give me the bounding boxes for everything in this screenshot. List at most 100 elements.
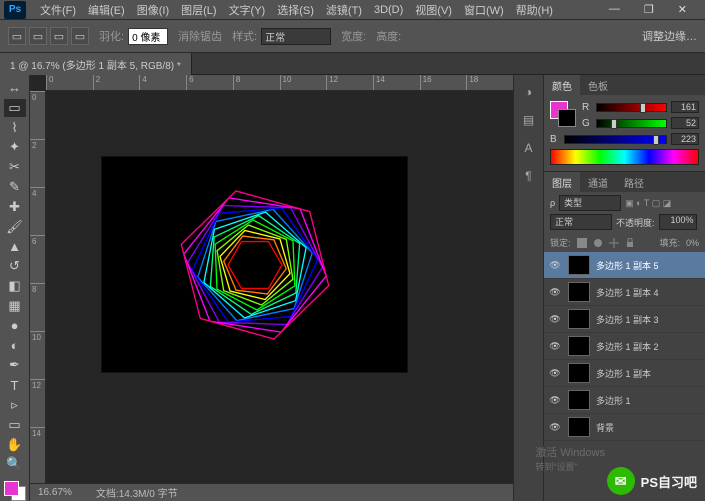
path-tool[interactable]: ▹ bbox=[4, 396, 26, 414]
select-intersect-icon[interactable]: ▭ bbox=[71, 27, 89, 45]
blend-mode-select[interactable]: 正常 bbox=[550, 214, 612, 230]
lock-transparent-icon[interactable] bbox=[577, 238, 587, 248]
antialias-label: 消除锯齿 bbox=[178, 28, 222, 44]
layer-row[interactable]: 👁 多边形 1 bbox=[544, 387, 705, 414]
refine-edge-button[interactable]: 调整边缘… bbox=[642, 28, 697, 44]
layer-name: 多边形 1 bbox=[596, 394, 701, 407]
spectrum-bar[interactable] bbox=[550, 149, 699, 165]
lock-move-icon[interactable] bbox=[609, 238, 619, 248]
fill-input[interactable]: 0% bbox=[686, 238, 699, 248]
crop-tool[interactable]: ✂ bbox=[4, 158, 26, 176]
layer-row[interactable]: 👁 多边形 1 副本 4 bbox=[544, 279, 705, 306]
dodge-tool[interactable]: ◐ bbox=[4, 337, 26, 355]
heal-tool[interactable]: ✚ bbox=[4, 198, 26, 216]
menu-file[interactable]: 文件(F) bbox=[34, 2, 82, 18]
maximize-icon[interactable]: ❐ bbox=[638, 3, 660, 16]
b-value[interactable]: 223 bbox=[671, 133, 699, 145]
layer-thumbnail bbox=[568, 282, 590, 302]
history-brush-tool[interactable]: ↺ bbox=[4, 257, 26, 275]
lock-all-icon[interactable] bbox=[625, 238, 635, 248]
menu-3d[interactable]: 3D(D) bbox=[368, 4, 409, 16]
char-icon[interactable]: A bbox=[524, 141, 532, 155]
color-swatch-mini[interactable] bbox=[550, 101, 576, 127]
fill-label: 填充: bbox=[659, 236, 680, 249]
visibility-icon[interactable]: 👁 bbox=[548, 314, 562, 325]
menu-filter[interactable]: 滤镜(T) bbox=[320, 2, 368, 18]
menu-edit[interactable]: 编辑(E) bbox=[82, 2, 131, 18]
menu-help[interactable]: 帮助(H) bbox=[510, 2, 559, 18]
mode-select[interactable]: 正常 bbox=[261, 28, 331, 45]
g-slider[interactable] bbox=[596, 119, 667, 128]
tab-channels[interactable]: 通道 bbox=[580, 172, 616, 192]
brush-tool[interactable]: 🖌 bbox=[4, 218, 26, 236]
wechat-icon: ✉ bbox=[607, 467, 635, 495]
document-tab[interactable]: 1 @ 16.7% (多边形 1 副本 5, RGB/8) * bbox=[0, 53, 192, 75]
doc-size: 文档:14.3M/0 字节 bbox=[96, 485, 178, 500]
history-icon[interactable]: ◑ bbox=[525, 85, 532, 99]
b-slider[interactable] bbox=[564, 135, 667, 144]
layer-thumbnail bbox=[568, 336, 590, 356]
color-swatch[interactable] bbox=[4, 481, 26, 501]
wand-tool[interactable]: ✦ bbox=[4, 138, 26, 156]
menu-layer[interactable]: 图层(L) bbox=[175, 2, 222, 18]
foreground-swatch[interactable] bbox=[4, 481, 19, 496]
zoom-tool[interactable]: 🔍 bbox=[4, 455, 26, 473]
tab-paths[interactable]: 路径 bbox=[616, 172, 652, 192]
visibility-icon[interactable]: 👁 bbox=[548, 260, 562, 271]
selection-mode-icons: ▭ ▭ ▭ ▭ bbox=[8, 27, 89, 45]
zoom-level[interactable]: 16.67% bbox=[38, 487, 72, 498]
select-new-icon[interactable]: ▭ bbox=[8, 27, 26, 45]
layer-row[interactable]: 👁 多边形 1 副本 3 bbox=[544, 306, 705, 333]
lock-brush-icon[interactable] bbox=[593, 238, 603, 248]
shape-tool[interactable]: ▭ bbox=[4, 416, 26, 434]
feather-input[interactable] bbox=[128, 28, 168, 45]
close-icon[interactable]: ✕ bbox=[672, 3, 693, 16]
workspace: ↔ ▭ ⌇ ✦ ✂ ✎ ✚ 🖌 ▲ ↺ ◧ ▦ ● ◐ ✒ T ▹ ▭ ✋ 🔍 … bbox=[0, 75, 705, 501]
g-value[interactable]: 52 bbox=[671, 117, 699, 129]
menu-type[interactable]: 文字(Y) bbox=[223, 2, 272, 18]
r-label: R bbox=[582, 102, 592, 113]
visibility-icon[interactable]: 👁 bbox=[548, 368, 562, 379]
layer-row[interactable]: 👁多边形 1 副本 bbox=[544, 360, 705, 387]
select-sub-icon[interactable]: ▭ bbox=[50, 27, 68, 45]
tab-color[interactable]: 颜色 bbox=[544, 75, 580, 95]
hand-tool[interactable]: ✋ bbox=[4, 436, 26, 454]
layer-row[interactable]: 👁多边形 1 副本 5 bbox=[544, 252, 705, 279]
actions-icon[interactable]: ▤ bbox=[523, 113, 534, 127]
paragraph-icon[interactable]: ¶ bbox=[525, 169, 531, 183]
menu-image[interactable]: 图像(I) bbox=[131, 2, 175, 18]
select-add-icon[interactable]: ▭ bbox=[29, 27, 47, 45]
gradient-tool[interactable]: ▦ bbox=[4, 297, 26, 315]
status-bar: 16.67% 文档:14.3M/0 字节 bbox=[30, 483, 513, 501]
opacity-input[interactable]: 100% bbox=[659, 214, 697, 230]
eyedropper-tool[interactable]: ✎ bbox=[4, 178, 26, 196]
tab-swatches[interactable]: 色板 bbox=[580, 75, 616, 95]
windows-activate-watermark: 激活 Windows 转到"设置" bbox=[535, 444, 605, 473]
stamp-tool[interactable]: ▲ bbox=[4, 238, 26, 256]
r-value[interactable]: 161 bbox=[671, 101, 699, 113]
type-tool[interactable]: T bbox=[4, 376, 26, 394]
filter-kind-select[interactable]: 类型 bbox=[559, 195, 621, 211]
layer-row[interactable]: 👁背景 bbox=[544, 414, 705, 441]
visibility-icon[interactable]: 👁 bbox=[548, 422, 562, 433]
menu-view[interactable]: 视图(V) bbox=[409, 2, 458, 18]
eraser-tool[interactable]: ◧ bbox=[4, 277, 26, 295]
g-label: G bbox=[582, 118, 592, 129]
layer-name: 多边形 1 副本 3 bbox=[596, 313, 701, 326]
lasso-tool[interactable]: ⌇ bbox=[4, 119, 26, 137]
menu-select[interactable]: 选择(S) bbox=[271, 2, 320, 18]
minimize-icon[interactable]: — bbox=[603, 3, 626, 16]
menu-window[interactable]: 窗口(W) bbox=[458, 2, 510, 18]
visibility-icon[interactable]: 👁 bbox=[548, 341, 562, 352]
layer-row[interactable]: 👁多边形 1 副本 2 bbox=[544, 333, 705, 360]
r-slider[interactable] bbox=[596, 103, 667, 112]
visibility-icon[interactable]: 👁 bbox=[548, 287, 562, 298]
layer-name: 多边形 1 副本 4 bbox=[596, 286, 701, 299]
blur-tool[interactable]: ● bbox=[4, 317, 26, 335]
move-tool[interactable]: ↔ bbox=[4, 79, 26, 97]
visibility-icon[interactable]: 👁 bbox=[548, 395, 562, 406]
marquee-tool[interactable]: ▭ bbox=[4, 99, 26, 117]
pen-tool[interactable]: ✒ bbox=[4, 356, 26, 374]
canvas-area[interactable]: 024681012141618 02468101214 16.67% 文档:14… bbox=[30, 75, 513, 501]
tab-layers[interactable]: 图层 bbox=[544, 172, 580, 192]
